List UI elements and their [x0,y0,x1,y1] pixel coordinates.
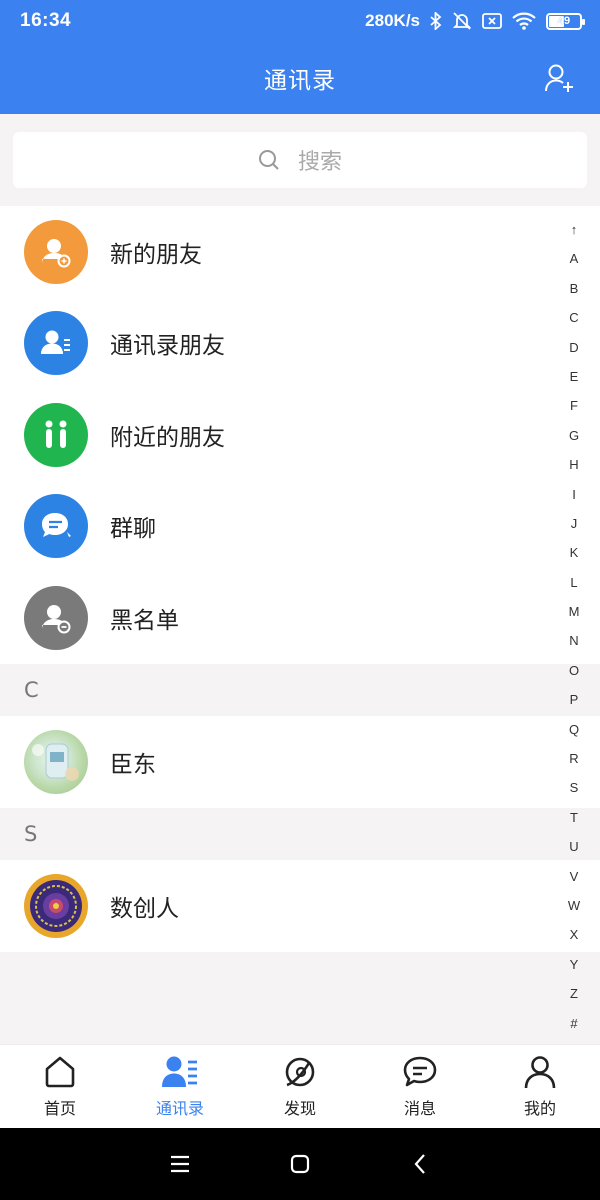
alpha-index-letter[interactable]: O [569,656,579,685]
page-title: 通讯录 [264,68,336,94]
network-speed: 280K/s [365,11,420,30]
alpha-index-letter[interactable]: L [570,568,577,597]
alpha-index-letter[interactable]: Y [570,950,579,979]
search-placeholder: 搜索 [297,150,342,175]
alpha-index-letter[interactable]: T [570,803,578,832]
alpha-index-letter[interactable]: G [569,421,579,450]
alpha-index-letter[interactable]: X [570,920,579,949]
system-nav-bar [0,1128,600,1200]
contact-list-c: 臣东 [0,716,600,808]
function-list: 新的朋友 通讯录朋友 附近的朋友 群聊 黑名单 [0,206,600,664]
new-friend-icon [24,219,88,284]
alpha-index-letter[interactable]: K [570,538,579,567]
alpha-index-letter[interactable]: W [568,891,580,920]
photo-avatar [24,730,88,794]
alpha-index-letter[interactable]: R [569,744,578,773]
item-label: 黑名单 [110,607,179,634]
sim-off-icon [482,13,502,29]
alpha-index-letter[interactable]: P [570,685,579,714]
alpha-index-letter[interactable]: B [570,274,579,303]
back-icon [414,1154,425,1174]
battery-icon: 49 [546,12,585,30]
nav-label: 首页 [43,1098,76,1118]
section-header-c: C [0,664,600,716]
alpha-index-letter[interactable]: J [571,509,578,538]
alpha-index-letter[interactable]: I [572,480,576,509]
alpha-index-letter[interactable]: V [570,862,579,891]
profile-icon [524,1055,556,1088]
section-header-s: S [0,808,600,860]
list-item-nearby-friends[interactable]: 附近的朋友 [0,389,600,481]
contacts-friend-icon [24,311,88,376]
contact-item[interactable]: 数创人 [0,860,600,952]
search-area: 搜索 [0,114,600,206]
nav-label: 发现 [283,1098,316,1118]
status-time: 16:34 [20,10,72,31]
battery-level: 49 [557,15,571,27]
nav-profile[interactable]: 我的 [480,1045,600,1128]
nav-label: 消息 [403,1098,436,1118]
list-item-contacts-friends[interactable]: 通讯录朋友 [0,298,600,390]
group-chat-icon [24,494,88,559]
nav-contacts[interactable]: 通讯录 [120,1045,240,1128]
item-label: 新的朋友 [110,241,202,268]
discover-icon [285,1057,315,1086]
contact-name: 臣东 [110,752,156,778]
alpha-index-letter[interactable]: N [569,626,578,655]
bluetooth-icon [430,12,442,30]
search-icon [258,150,279,170]
nearby-icon [24,402,88,467]
bottom-nav: 首页 通讯录 发现 消息 我的 [0,1044,600,1128]
section-letter: C [24,678,39,702]
alpha-index-letter[interactable]: D [569,333,578,362]
contact-item[interactable]: 臣东 [0,716,600,808]
wifi-icon [512,12,536,30]
list-item-new-friends[interactable]: 新的朋友 [0,206,600,298]
item-label: 群聊 [110,516,156,543]
menu-icon [171,1155,189,1173]
add-contact-icon[interactable] [544,62,576,94]
contacts-icon [162,1056,197,1087]
alpha-index-letter[interactable]: E [570,362,579,391]
alpha-index-letter[interactable]: M [569,597,580,626]
app-header: 通讯录 [0,42,600,114]
alpha-index-letter[interactable]: Z [570,979,578,1008]
alpha-index-letter[interactable]: C [569,303,578,332]
alpha-index-letter[interactable]: S [570,773,579,802]
alphabet-index[interactable]: ↑ A B C D E F G H I J K L M N O P Q R S T U V W X Y Z # [562,215,586,1038]
mute-icon [452,12,472,30]
list-item-blacklist[interactable]: 黑名单 [0,572,600,664]
home-icon [45,1056,75,1087]
nav-messages[interactable]: 消息 [360,1045,480,1128]
menu-button[interactable] [120,1128,240,1200]
home-button[interactable] [240,1128,360,1200]
alpha-index-letter[interactable]: A [570,244,579,273]
alpha-index-letter[interactable]: Q [569,715,579,744]
alpha-index-letter[interactable]: U [569,832,578,861]
message-icon [403,1056,437,1086]
alpha-index-letter[interactable]: ↑ [571,215,578,244]
item-label: 附近的朋友 [110,424,225,451]
search-input[interactable]: 搜索 [13,132,587,188]
item-label: 通讯录朋友 [110,333,225,360]
nav-label: 我的 [523,1098,556,1118]
alpha-index-letter[interactable]: H [569,450,578,479]
nav-discover[interactable]: 发现 [240,1045,360,1128]
contact-list-s: 数创人 [0,860,600,952]
status-bar: 16:34 280K/s 49 [0,0,600,42]
blacklist-icon [24,585,88,650]
home-square-icon [290,1154,310,1174]
list-item-group-chat[interactable]: 群聊 [0,481,600,573]
nav-home[interactable]: 首页 [0,1045,120,1128]
nav-label: 通讯录 [155,1098,204,1118]
section-letter: S [24,822,38,846]
alpha-index-letter[interactable]: F [570,391,578,420]
status-icons: 280K/s 49 [365,11,585,31]
alpha-index-letter[interactable]: # [570,1009,577,1038]
emblem-avatar [24,874,88,938]
back-button[interactable] [360,1128,480,1200]
contact-name: 数创人 [110,896,179,922]
